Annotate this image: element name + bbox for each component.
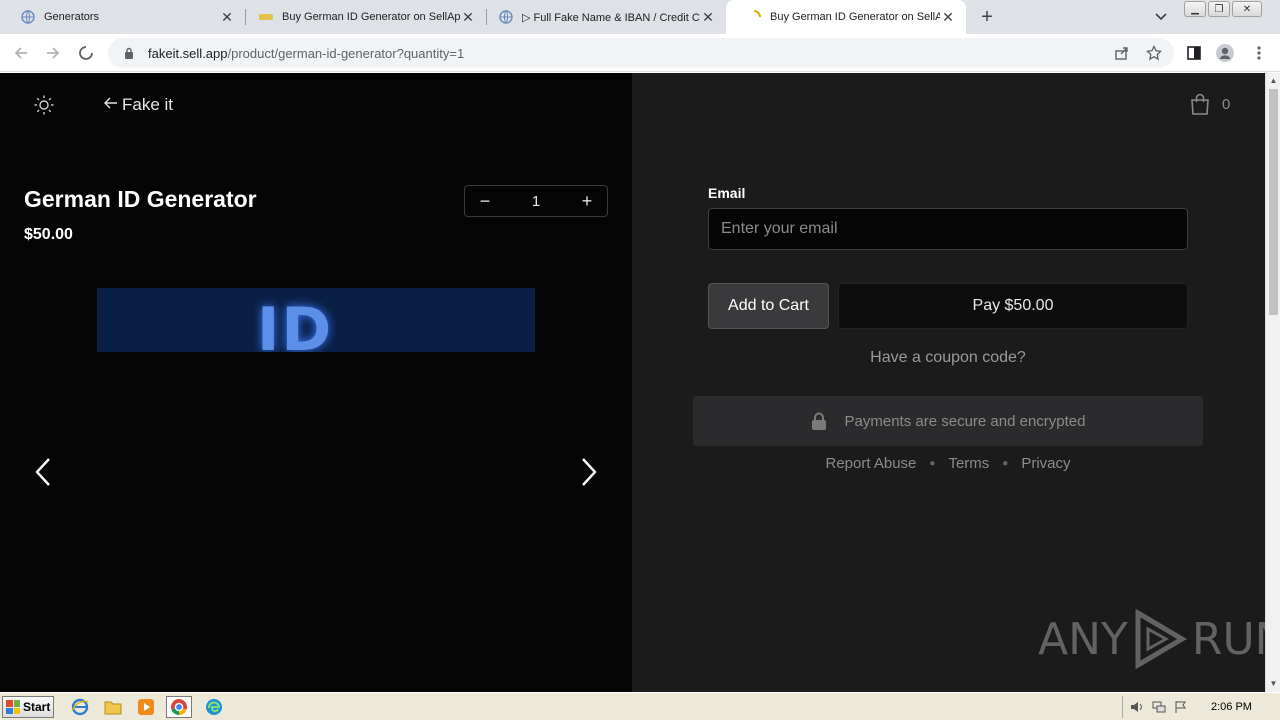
- product-title: German ID Generator: [24, 186, 257, 212]
- back-link-label: Fake it: [122, 95, 174, 114]
- secure-text: Payments are secure and encrypted: [844, 412, 1086, 430]
- scroll-up-icon[interactable]: ▲: [1269, 76, 1278, 86]
- privacy-link[interactable]: Privacy: [1021, 455, 1070, 472]
- tab-fake-name[interactable]: ▷ Full Fake Name & IBAN / Credit Card ✕: [478, 0, 726, 34]
- tab-sellapp-1[interactable]: Buy German ID Generator on SellApp ✕: [238, 0, 486, 34]
- close-icon[interactable]: ✕: [460, 9, 476, 25]
- secure-payment-notice: Payments are secure and encrypted: [693, 396, 1203, 446]
- taskbar-clock[interactable]: 2:06 PM: [1211, 701, 1252, 713]
- minimize-button[interactable]: ▁: [1184, 1, 1206, 17]
- url-text: fakeit.sell.app/product/german-id-genera…: [148, 46, 464, 61]
- start-button[interactable]: Start: [2, 696, 54, 718]
- stop-loading-icon[interactable]: [75, 42, 97, 64]
- product-image: ID: [97, 288, 535, 352]
- forward-arrow-icon[interactable]: [42, 42, 64, 64]
- add-to-cart-button[interactable]: Add to Cart: [708, 283, 829, 329]
- quantity-decrease-button[interactable]: −: [465, 191, 505, 212]
- globe-icon: [20, 9, 36, 25]
- windows-taskbar: Start 2:06 PM: [0, 692, 1280, 720]
- footer-links: Report Abuse ● Terms ● Privacy: [693, 455, 1203, 472]
- tab-generators[interactable]: Generators ✕: [0, 0, 245, 34]
- network-icon[interactable]: [1151, 699, 1167, 715]
- scroll-down-icon[interactable]: ▼: [1269, 679, 1278, 689]
- close-icon[interactable]: ✕: [219, 9, 235, 25]
- file-explorer-icon[interactable]: [100, 696, 126, 718]
- browser-toolbar: fakeit.sell.app/product/german-id-genera…: [0, 34, 1280, 72]
- lock-icon: [811, 412, 826, 430]
- footer-separator: ●: [929, 458, 936, 469]
- scrollbar-thumb[interactable]: [1269, 89, 1278, 315]
- arrow-left-icon: [104, 96, 118, 114]
- shopping-bag-icon: [1191, 93, 1209, 115]
- product-price: $50.00: [24, 226, 73, 243]
- chevron-left-icon[interactable]: [32, 457, 56, 487]
- tab-title: Generators: [44, 11, 100, 23]
- new-tab-button[interactable]: +: [976, 6, 998, 28]
- pay-button[interactable]: Pay $50.00: [838, 283, 1188, 329]
- cart-button[interactable]: 0: [1190, 93, 1230, 115]
- tab-title: ▷ Full Fake Name & IBAN / Credit Card: [522, 11, 700, 24]
- tab-search-icon[interactable]: [1152, 8, 1170, 26]
- report-abuse-link[interactable]: Report Abuse: [825, 455, 916, 472]
- close-icon[interactable]: ✕: [700, 9, 716, 25]
- back-arrow-icon[interactable]: [10, 42, 32, 64]
- maximize-button[interactable]: ❐: [1208, 1, 1230, 17]
- page-viewport: Fake it German ID Generator $50.00 − 1 +…: [0, 73, 1265, 692]
- internet-explorer-icon[interactable]: [67, 696, 93, 718]
- checkout-pane: [632, 73, 1265, 692]
- close-icon[interactable]: ✕: [940, 9, 956, 25]
- quantity-increase-button[interactable]: +: [567, 191, 607, 212]
- profile-avatar-icon[interactable]: [1214, 42, 1236, 64]
- tab-sellapp-active[interactable]: Buy German ID Generator on SellApp ✕: [726, 0, 966, 34]
- loading-icon: [746, 9, 762, 25]
- edge-icon[interactable]: [201, 696, 227, 718]
- speaker-icon[interactable]: [1129, 699, 1145, 715]
- url-host: fakeit.sell.app: [148, 45, 228, 61]
- system-tray: 2:06 PM: [1122, 696, 1278, 718]
- email-field[interactable]: [708, 208, 1188, 250]
- email-label: Email: [708, 185, 746, 201]
- globe-icon: [498, 9, 514, 25]
- window-close-button[interactable]: ✕: [1232, 1, 1262, 17]
- tab-strip: Generators ✕ Buy German ID Generator on …: [0, 0, 1280, 34]
- quantity-stepper: − 1 +: [464, 185, 608, 217]
- chrome-icon[interactable]: [166, 696, 192, 718]
- chevron-right-icon[interactable]: [576, 457, 600, 487]
- lock-icon[interactable]: [122, 46, 136, 60]
- product-image-text: ID: [257, 295, 334, 352]
- address-bar[interactable]: fakeit.sell.app/product/german-id-genera…: [108, 38, 1174, 68]
- coupon-link[interactable]: Have a coupon code?: [708, 349, 1188, 367]
- play-logo-icon: [1135, 609, 1187, 669]
- vertical-scrollbar[interactable]: ▲ ▼: [1265, 73, 1280, 692]
- back-link[interactable]: Fake it: [104, 95, 173, 115]
- cart-count: 0: [1222, 95, 1231, 113]
- bookmark-star-icon[interactable]: [1143, 42, 1165, 64]
- start-label: Start: [23, 700, 51, 714]
- footer-separator: ●: [1002, 458, 1009, 469]
- chrome-menu-icon[interactable]: [1248, 42, 1270, 64]
- anyrun-watermark: ANY RUN: [1038, 609, 1265, 669]
- sun-icon[interactable]: [33, 94, 55, 116]
- windows-flag-icon: [6, 700, 20, 714]
- media-player-icon[interactable]: [133, 696, 159, 718]
- product-pane: Fake it German ID Generator $50.00 − 1 +…: [0, 73, 632, 692]
- tab-title: Buy German ID Generator on SellApp: [282, 11, 460, 23]
- sellapp-icon: [258, 9, 274, 25]
- terms-link[interactable]: Terms: [948, 455, 989, 472]
- url-path: /product/german-id-generator?quantity=1: [227, 45, 465, 61]
- watermark-right-text: RUN: [1191, 613, 1265, 665]
- watermark-left-text: ANY: [1038, 613, 1128, 665]
- action-center-flag-icon[interactable]: [1173, 699, 1189, 715]
- share-icon[interactable]: [1111, 42, 1133, 64]
- quantity-value[interactable]: 1: [532, 193, 540, 210]
- side-panel-icon[interactable]: [1183, 42, 1205, 64]
- tab-title: Buy German ID Generator on SellApp: [770, 11, 940, 23]
